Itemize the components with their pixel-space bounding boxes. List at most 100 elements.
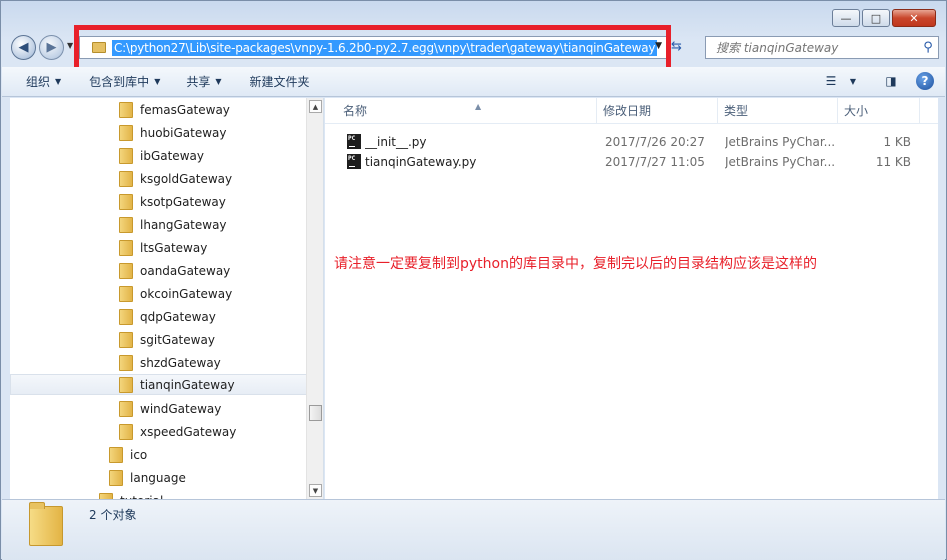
view-list-icon: ☰ (825, 74, 837, 88)
file-modified: 2017/7/27 11:05 (605, 155, 705, 169)
tree-item[interactable]: windGateway (119, 398, 221, 419)
tree-item-label: ksgoldGateway (140, 171, 233, 186)
folder-icon (119, 170, 133, 187)
file-size: 1 KB (883, 135, 911, 149)
column-size-label: 大小 (844, 104, 869, 118)
tree-item-label: oandaGateway (140, 263, 231, 278)
tree-item[interactable]: shzdGateway (119, 352, 221, 373)
folder-icon (119, 216, 133, 233)
tree-item[interactable]: xspeedGateway (119, 421, 236, 442)
column-modified-label: 修改日期 (603, 104, 652, 118)
help-button[interactable]: ? (915, 72, 935, 90)
chevron-down-icon: ▼ (55, 77, 62, 86)
refresh-button[interactable]: ⇆ (671, 39, 682, 54)
preview-pane-icon: ◨ (885, 74, 897, 88)
minimize-button[interactable]: — (832, 9, 860, 27)
column-header-type[interactable]: 类型 (718, 98, 838, 124)
chevron-down-icon: ▼ (849, 76, 857, 86)
tree-item[interactable]: ksotpGateway (119, 191, 226, 212)
file-type: JetBrains PyChar... (725, 135, 835, 149)
maximize-button[interactable]: □ (862, 9, 890, 27)
back-button[interactable]: ◀ (11, 35, 36, 60)
tree-item[interactable]: ltsGateway (119, 237, 207, 258)
column-header-modified[interactable]: 修改日期 (597, 98, 718, 124)
view-options-button[interactable]: ☰ (821, 72, 841, 90)
view-dropdown-button[interactable]: ▼ (843, 72, 863, 90)
column-header-size[interactable]: 大小 (838, 98, 920, 124)
forward-button[interactable]: ▶ (39, 35, 64, 60)
navigation-pane: femasGateway huobiGateway ibGateway ksgo… (10, 98, 324, 499)
search-icon[interactable]: ⚲ (918, 40, 938, 55)
folder-icon (29, 502, 63, 546)
file-modified: 2017/7/26 20:27 (605, 135, 705, 149)
tree-item[interactable]: sgitGateway (119, 329, 215, 350)
tree-item-label: windGateway (140, 401, 222, 416)
tree-item-label: huobiGateway (140, 125, 227, 140)
close-button[interactable]: ✕ (892, 9, 936, 27)
scroll-down-icon[interactable]: ▼ (309, 484, 322, 497)
share-button[interactable]: 共享 ▼ (176, 73, 231, 90)
address-bar[interactable]: C:\python27\Lib\site-packages\vnpy-1.6.2… (79, 36, 667, 59)
tree-item-label: ibGateway (140, 148, 204, 163)
scroll-up-icon[interactable]: ▲ (309, 100, 322, 113)
tree-item-label: sgitGateway (140, 332, 215, 347)
tree-item-label: lhangGateway (140, 217, 227, 232)
recent-pages-dropdown[interactable]: ▼ (67, 41, 73, 50)
tree-item[interactable]: ibGateway (119, 145, 204, 166)
tree-item-label: femasGateway (140, 102, 230, 117)
search-box[interactable]: ⚲ (705, 36, 939, 59)
new-folder-button[interactable]: 新建文件夹 (240, 73, 320, 90)
folder-icon (119, 423, 133, 440)
folder-icon (119, 400, 133, 417)
explorer-window: — □ ✕ ◀ ▶ ▼ C:\python27\Lib\site-package… (0, 0, 947, 560)
preview-pane-button[interactable]: ◨ (881, 72, 901, 90)
tree-item[interactable]: oandaGateway (119, 260, 230, 281)
folder-icon (119, 101, 133, 118)
address-path[interactable]: C:\python27\Lib\site-packages\vnpy-1.6.2… (112, 39, 658, 56)
tree-item[interactable]: ico (109, 444, 147, 465)
folder-icon (119, 308, 133, 325)
tree-item[interactable]: lhangGateway (119, 214, 227, 235)
item-count: 2 个对象 (89, 508, 137, 522)
folder-icon (119, 193, 133, 210)
navigation-bar: ◀ ▶ ▼ C:\python27\Lib\site-packages\vnpy… (9, 33, 939, 61)
search-input[interactable] (706, 38, 918, 57)
arrow-right-icon: ▶ (46, 40, 57, 55)
tree-item-label: ico (130, 447, 148, 462)
navigation-scrollbar[interactable]: ▲ ▼ (306, 98, 323, 499)
command-bar: 组织 ▼ 包含到库中 ▼ 共享 ▼ 新建文件夹 ☰ ▼ ◨ ? (2, 67, 945, 97)
folder-icon (119, 262, 133, 279)
tree-item-label: shzdGateway (140, 355, 221, 370)
tree-item[interactable]: tutorial (99, 490, 163, 499)
tree-item[interactable]: language (109, 467, 186, 488)
tree-item-label: xspeedGateway (140, 424, 237, 439)
file-name: tianqinGateway.py (365, 155, 477, 169)
folder-icon (109, 469, 123, 486)
folder-icon (119, 354, 133, 371)
caption-buttons: — □ ✕ (830, 9, 936, 27)
toolbar-right: ☰ ▼ ◨ ? (811, 72, 935, 90)
address-dropdown-icon[interactable]: ▼ (655, 41, 662, 51)
tree-item[interactable]: okcoinGateway (119, 283, 232, 304)
tree-item-label: tianqinGateway (140, 377, 235, 392)
organize-button[interactable]: 组织 ▼ (16, 73, 71, 90)
scroll-thumb[interactable] (309, 405, 322, 421)
pycharm-file-icon: PC (347, 134, 361, 149)
include-in-library-button[interactable]: 包含到库中 ▼ (79, 73, 170, 90)
column-header-name[interactable]: 名称 ▲ (337, 98, 597, 124)
share-label: 共享 (186, 75, 211, 89)
tree-item[interactable]: ksgoldGateway (119, 168, 232, 189)
file-row[interactable]: PC tianqinGateway.py 2017/7/27 11:05 Jet… (339, 152, 919, 172)
tree-item-label: okcoinGateway (140, 286, 233, 301)
chevron-down-icon: ▼ (215, 77, 222, 86)
tree-item[interactable]: huobiGateway (119, 122, 227, 143)
file-row[interactable]: PC __init__.py 2017/7/26 20:27 JetBrains… (339, 132, 919, 152)
tree-item-label: qdpGateway (140, 309, 216, 324)
tree-item[interactable]: femasGateway (119, 99, 230, 120)
organize-label: 组织 (26, 75, 51, 89)
tree-item[interactable]: qdpGateway (119, 306, 216, 327)
column-type-label: 类型 (724, 104, 749, 118)
tree-item-selected[interactable]: tianqinGateway (10, 374, 307, 395)
pycharm-file-icon: PC (347, 154, 361, 169)
column-header-row: 名称 ▲ 修改日期 类型 大小 (325, 98, 938, 124)
